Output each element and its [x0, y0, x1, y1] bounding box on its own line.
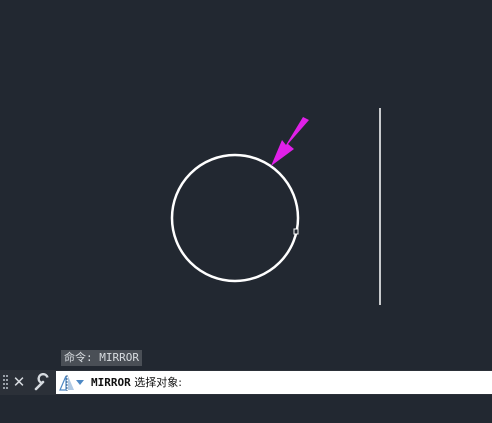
wrench-icon[interactable] — [33, 373, 51, 392]
grip-icon[interactable] — [3, 374, 9, 391]
command-input[interactable]: MIRROR 选择对象: — [56, 371, 492, 394]
dropdown-arrow-icon[interactable] — [76, 380, 84, 385]
command-prompt: MIRROR 选择对象: — [91, 371, 182, 394]
command-history: 命令: MIRROR — [61, 350, 142, 366]
circle-grip-handle[interactable] — [293, 228, 299, 235]
mirror-icon[interactable] — [59, 375, 75, 391]
command-line-bar: ✕ MIRROR 选择对象: — [0, 370, 492, 395]
prompt-text: 选择对象: — [134, 376, 182, 389]
magenta-arrow-annotation — [271, 117, 309, 166]
circle-entity[interactable] — [170, 153, 300, 283]
close-icon[interactable]: ✕ — [12, 372, 26, 392]
command-name: MIRROR — [91, 376, 131, 389]
